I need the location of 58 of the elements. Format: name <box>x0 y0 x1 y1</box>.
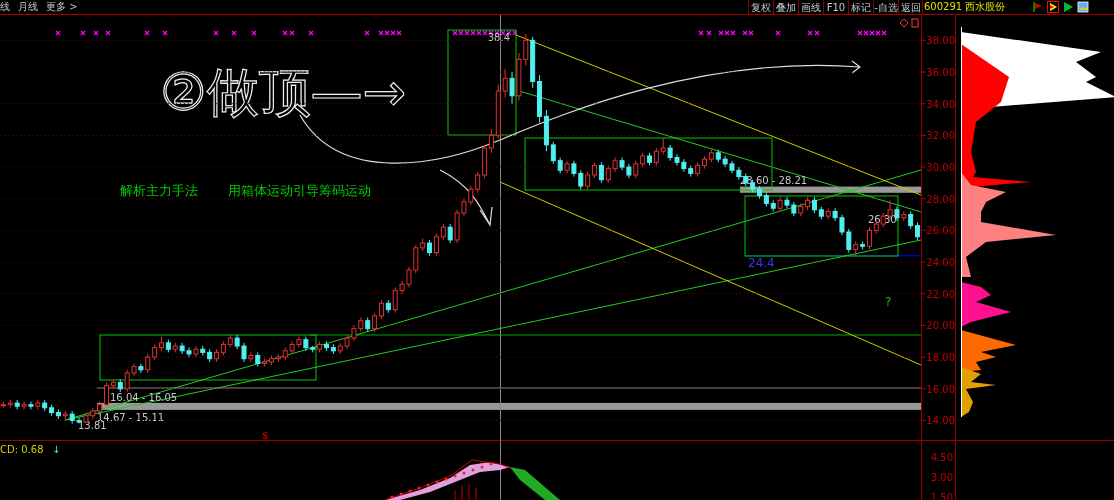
axis-label: 22.00 <box>926 288 955 300</box>
toolbar-button[interactable]: 返回 <box>898 0 923 14</box>
axis-label: 36.00 <box>926 67 955 78</box>
candlestick <box>138 362 144 374</box>
candlestick <box>28 400 34 410</box>
axis-label: 18.00 <box>926 352 955 364</box>
axis-label: 38.00 <box>926 35 955 47</box>
axis-label: 32.00 <box>926 130 955 142</box>
axis-label: 34.00 <box>926 98 955 110</box>
indicator-title: CD: 0.68 <box>0 444 44 455</box>
signal-mark: $ <box>262 430 269 440</box>
play-icon[interactable] <box>1047 1 1059 13</box>
toolbar-button[interactable]: 叠加 <box>773 0 798 14</box>
rectangle-icon <box>911 18 919 28</box>
axis-label: 28.00 <box>926 193 955 205</box>
toolbar-button[interactable]: 标记 <box>848 0 873 14</box>
period-tab[interactable]: 线 <box>0 0 10 14</box>
candlestick <box>488 128 494 154</box>
question-mark: ? <box>885 295 892 309</box>
candlestick <box>372 312 378 333</box>
candlestick <box>509 71 515 105</box>
stock-name: 600291 西水股份 <box>924 0 1007 14</box>
candlestick <box>433 233 439 257</box>
candlestick <box>145 353 151 374</box>
period-tab[interactable]: 月线 <box>18 0 38 14</box>
toolbar-button[interactable]: 复权 <box>748 0 773 14</box>
period-tab[interactable]: 更多 > <box>46 0 78 14</box>
candlestick <box>193 345 199 358</box>
flag-icon[interactable] <box>1032 1 1044 13</box>
axis-label: 16.00 <box>926 383 955 395</box>
candlestick <box>447 223 453 244</box>
picture-icon[interactable] <box>1077 1 1089 13</box>
candlestick <box>378 299 384 320</box>
candlestick <box>502 68 508 98</box>
axis-label: 20.00 <box>926 320 955 332</box>
diamond-icon <box>899 18 909 28</box>
candlestick <box>21 400 27 410</box>
axis-label: 4.50 <box>930 452 953 463</box>
caption-text: 解析主力手法 <box>120 183 198 198</box>
axis-label: 3.00 <box>930 472 953 483</box>
candlestick <box>104 381 110 407</box>
candlestick <box>598 161 604 184</box>
axis-label: 24.00 <box>926 257 955 269</box>
axis-label: 30.00 <box>926 162 955 174</box>
price-label: 24.4 <box>748 256 775 270</box>
handwritten-note: ②做顶—→ <box>160 62 407 122</box>
candlestick <box>550 141 556 165</box>
caption-text: 用箱体运动引导筹码运动 <box>228 183 371 198</box>
toolbar-button[interactable]: 画线 <box>798 0 823 14</box>
toolbar-button[interactable]: F10 <box>823 0 848 14</box>
axis-label: 14.00 <box>926 415 955 427</box>
candlestick <box>248 351 254 363</box>
candlestick <box>475 171 481 193</box>
toolbar-button[interactable]: -自选 <box>873 0 898 14</box>
arrow-mark: ↓ <box>52 444 61 455</box>
axis-label: 26.00 <box>926 225 955 237</box>
play-icon[interactable] <box>1062 1 1074 13</box>
candlestick <box>866 226 872 250</box>
